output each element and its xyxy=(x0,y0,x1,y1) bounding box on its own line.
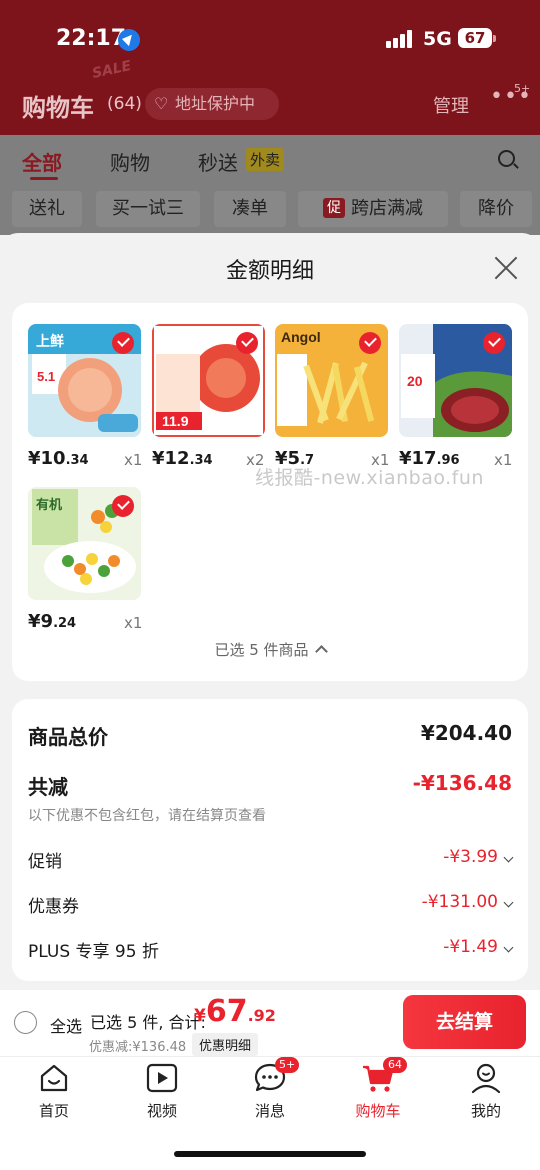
cart-count: (64) xyxy=(107,94,142,114)
filter-gift[interactable]: 送礼 xyxy=(12,191,82,227)
cart-header: 22:17 5G 67 SALE 购物车 (64) 地址保护中 管理 ••• 5… xyxy=(0,0,540,135)
cart-icon: 64 xyxy=(361,1057,407,1095)
tab-underline xyxy=(30,177,58,180)
waimai-tag: 外卖 xyxy=(246,148,285,171)
page-title: 购物车 xyxy=(22,94,94,122)
checked-icon[interactable] xyxy=(112,332,134,354)
promo-value: -¥3.99 xyxy=(443,847,512,867)
title-bar: 购物车 (64) 地址保护中 管理 ••• 5+ xyxy=(0,82,540,128)
home-icon xyxy=(37,1061,71,1095)
select-all-label[interactable]: 全选 xyxy=(50,1013,82,1037)
checkout-bar: 全选 已选 5 件, 合计: ¥67.92 优惠减:¥136.48 优惠明细 去… xyxy=(0,990,540,1056)
reduce-label: 共减 xyxy=(28,775,68,799)
watermark: 线报酷-new.xianbao.fun xyxy=(255,467,484,489)
product-price: ¥10.34 xyxy=(28,448,89,469)
reduce-row: 共减 -¥136.48 xyxy=(28,771,512,799)
plus-discount-value: -¥1.49 xyxy=(443,937,512,957)
checkout-button[interactable]: 去结算 xyxy=(403,995,526,1049)
checked-icon[interactable] xyxy=(112,495,134,517)
network-type: 5G xyxy=(423,28,452,50)
tab-profile-label: 我的 xyxy=(470,1102,501,1120)
location-icon xyxy=(118,29,140,51)
home-indicator xyxy=(174,1151,366,1157)
selected-summary: 已选 5 件, 合计: xyxy=(90,1013,206,1032)
coupon-label: 优惠券 xyxy=(28,897,79,917)
product-card: 上鲜 5.1 ¥10.34 x1 11.9 ¥12.34 x2 Angol ¥5… xyxy=(12,303,528,681)
plus-discount-label: PLUS 专享 95 折 xyxy=(28,942,159,962)
select-all-radio[interactable] xyxy=(14,1011,37,1034)
tab-cart-label: 购物车 xyxy=(355,1102,401,1120)
video-icon xyxy=(145,1061,179,1095)
cart-tabs: 全部 购物 秒送 外卖 xyxy=(0,135,540,185)
tab-all[interactable]: 全部 xyxy=(22,147,62,176)
sheet-title: 金额明细 xyxy=(225,259,314,284)
coupon-row[interactable]: 优惠券 -¥131.00 xyxy=(28,892,512,917)
product-brand-label: 有机 xyxy=(36,497,62,513)
selected-count-label: 已选 5 件商品 xyxy=(214,641,309,659)
product-qty: x1 xyxy=(124,451,143,469)
product-price: ¥12.34 xyxy=(152,448,213,469)
checked-icon[interactable] xyxy=(483,332,505,354)
product-price: ¥9.24 xyxy=(28,611,77,632)
address-protect-pill[interactable]: 地址保护中 xyxy=(145,88,279,120)
tab-video[interactable]: 视频 xyxy=(122,1061,202,1121)
discount-detail-button[interactable]: 优惠明细 xyxy=(192,1033,259,1056)
price-summary-card: 商品总价 ¥204.40 共减 -¥136.48 以下优惠不包含红包，请在结算页… xyxy=(12,699,528,981)
tab-home-label: 首页 xyxy=(38,1102,69,1120)
tab-shopping[interactable]: 购物 xyxy=(110,147,150,176)
tab-home[interactable]: 首页 xyxy=(14,1061,94,1121)
tab-video-label: 视频 xyxy=(146,1102,177,1120)
reduce-value: -¥136.48 xyxy=(412,771,512,795)
product-promo-label: 11.9 xyxy=(162,413,189,429)
tab-cart[interactable]: 64 购物车 xyxy=(338,1057,418,1121)
filter-addon[interactable]: 凑单 xyxy=(214,191,286,227)
message-badge: 5+ xyxy=(275,1057,300,1073)
message-icon: 5+ xyxy=(253,1057,300,1095)
manage-button[interactable]: 管理 xyxy=(433,92,469,118)
search-icon[interactable] xyxy=(498,150,515,167)
product-promo-label: 20 xyxy=(407,373,423,389)
cart-badge: 64 xyxy=(383,1057,407,1073)
tab-instant[interactable]: 秒送 xyxy=(198,147,238,176)
total-amount: ¥67.92 xyxy=(194,994,276,1029)
chevron-up-icon xyxy=(314,645,328,658)
signal-icon xyxy=(386,30,414,48)
product-qty: x1 xyxy=(124,614,143,632)
filter-chips: 送礼 买一试三 凑单 促跨店满减 降价 xyxy=(0,185,540,235)
discount-amount: 优惠减:¥136.48 xyxy=(89,1040,187,1055)
close-icon[interactable] xyxy=(493,255,519,281)
promo-badge: 促 xyxy=(323,198,345,218)
sale-decoration: SALE xyxy=(90,58,133,82)
filter-try[interactable]: 买一试三 xyxy=(96,191,200,227)
total-label: 商品总价 xyxy=(28,725,108,749)
product-brand-label: 上鲜 xyxy=(36,333,64,349)
tab-messages-label: 消息 xyxy=(254,1102,285,1120)
more-badge: 5+ xyxy=(514,82,531,95)
tab-messages[interactable]: 5+ 消息 xyxy=(230,1057,310,1121)
checked-icon[interactable] xyxy=(359,332,381,354)
total-row: 商品总价 ¥204.40 xyxy=(28,721,512,749)
plus-discount-row[interactable]: PLUS 专享 95 折 -¥1.49 xyxy=(28,937,512,962)
promo-row[interactable]: 促销 -¥3.99 xyxy=(28,847,512,872)
product-brand-label: Angol xyxy=(281,329,321,345)
promo-label: 促销 xyxy=(28,852,62,872)
coupon-value: -¥131.00 xyxy=(422,892,512,912)
status-bar: 22:17 5G 67 xyxy=(0,26,540,56)
tab-profile[interactable]: 我的 xyxy=(446,1061,526,1121)
amount-detail-sheet: 金额明细 上鲜 5.1 ¥10.34 x1 11.9 ¥12.34 x2 Ang… xyxy=(0,233,540,990)
selected-count-toggle[interactable]: 已选 5 件商品 xyxy=(12,639,528,660)
svg-text:5.1: 5.1 xyxy=(37,369,55,384)
status-time: 22:17 xyxy=(56,26,127,51)
checked-icon[interactable] xyxy=(236,332,258,354)
battery-icon: 67 xyxy=(458,28,496,48)
profile-icon xyxy=(469,1061,503,1095)
total-value: ¥204.40 xyxy=(420,721,512,745)
filter-cross-store-label: 跨店满减 xyxy=(351,198,423,219)
reduce-note: 以下优惠不包含红包，请在结算页查看 xyxy=(28,808,266,824)
filter-cross-store[interactable]: 促跨店满减 xyxy=(298,191,448,227)
filter-price-drop[interactable]: 降价 xyxy=(460,191,532,227)
product-qty: x1 xyxy=(494,451,513,469)
